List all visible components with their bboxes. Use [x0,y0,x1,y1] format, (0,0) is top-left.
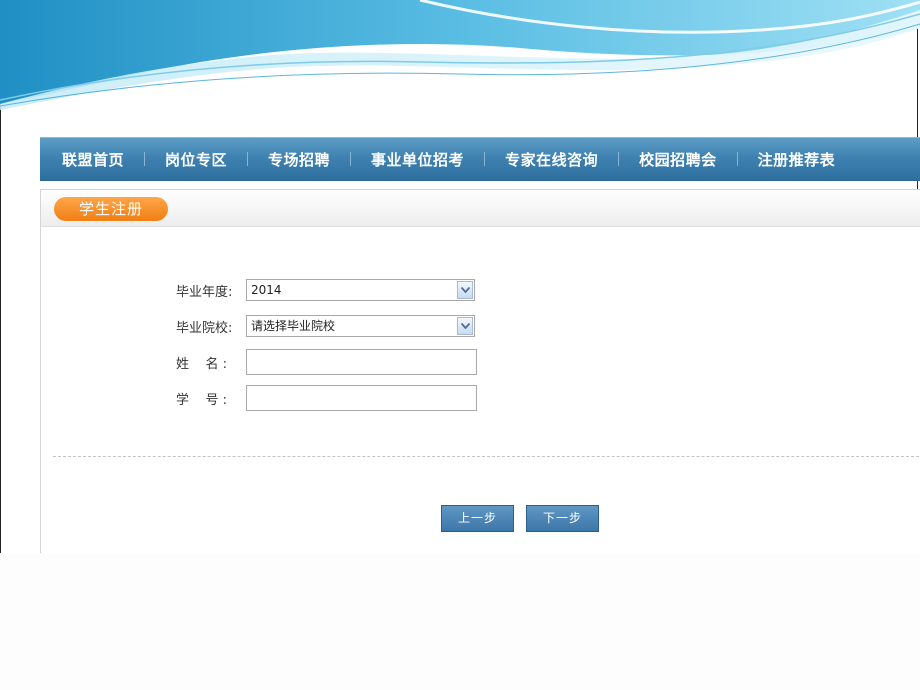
student-id-input[interactable] [246,385,477,411]
nav-item-register-form[interactable]: 注册推荐表 [738,149,856,170]
header-wave-decoration [0,0,920,110]
nav-item-campus-fair[interactable]: 校园招聘会 [619,149,737,170]
form-row-school: 毕业院校: 请选择毕业院校 [176,315,475,337]
next-step-button[interactable]: 下一步 [526,505,599,532]
form-row-student-id: 学 号 : [176,385,477,411]
nav-separator [350,152,352,166]
form-row-year: 毕业年度: 2014 [176,279,475,301]
school-label: 毕业院校: [176,320,233,336]
chevron-down-icon[interactable] [457,281,473,299]
student-id-label: 学 号 : [176,392,228,408]
nav-item-jobs[interactable]: 岗位专区 [145,149,247,170]
nav-item-special-recruitment[interactable]: 专场招聘 [248,149,350,170]
nav-separator [618,152,620,166]
school-select-value: 请选择毕业院校 [251,319,336,333]
name-input[interactable] [246,349,477,375]
nav-item-expert-consult[interactable]: 专家在线咨询 [485,149,618,170]
nav-item-home[interactable]: 联盟首页 [40,149,144,170]
year-select-value: 2014 [251,283,282,297]
main-nav-bar: 联盟首页 岗位专区 专场招聘 事业单位招考 专家在线咨询 校园招聘会 注册推荐表 [40,137,920,181]
panel-header: 学生注册 [41,190,920,227]
chevron-down-icon[interactable] [457,317,473,335]
year-label: 毕业年度: [176,284,233,300]
nav-separator [247,152,249,166]
nav-item-public-institution-exam[interactable]: 事业单位招考 [351,149,484,170]
nav-separator [484,152,486,166]
school-select[interactable]: 请选择毕业院校 [246,315,475,337]
registration-panel: 学生注册 毕业年度: 2014 毕业院校: 请选择毕业院校 姓 名 : 学 号 … [40,189,920,553]
name-label: 姓 名 : [176,356,228,372]
form-row-name: 姓 名 : [176,349,477,375]
nav-separator [736,152,738,166]
divider [53,456,919,457]
panel-title: 学生注册 [54,197,168,221]
page-bottom-area [0,553,920,690]
year-select[interactable]: 2014 [246,279,475,301]
prev-step-button[interactable]: 上一步 [441,505,514,532]
nav-separator [144,152,146,166]
